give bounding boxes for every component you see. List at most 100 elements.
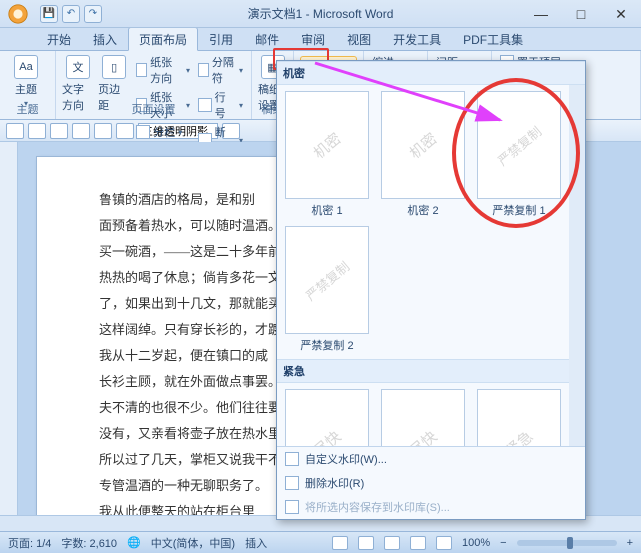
doc-line: 买一碗酒，——这是二十多年前	[73, 239, 279, 265]
doc-line: 鲁镇的酒店的格局，是和别	[73, 187, 279, 213]
custom-watermark-label: 自定义水印(W)...	[305, 451, 387, 467]
zoom-percent[interactable]: 100%	[462, 537, 490, 549]
window-title: 演示文档1 - Microsoft Word	[248, 5, 394, 22]
save-gallery-label: 将所选内容保存到水印库(S)...	[305, 499, 450, 515]
status-lang-icon: 🌐	[127, 536, 141, 549]
group-page-setup: 文 文字方向 ▯ 页边距 纸张方向▾ 纸张大小▾ 分栏▾ 分隔符▾ 行号▾ 断字…	[56, 51, 252, 119]
save-gallery-icon	[285, 500, 299, 514]
status-language[interactable]: 中文(简体，中国)	[151, 535, 235, 551]
view-web-button[interactable]	[384, 536, 400, 550]
orientation-label: 纸张方向	[150, 54, 183, 86]
remove-watermark-label: 删除水印(R)	[305, 475, 364, 491]
doc-line: 夫不清的也很不少。他们往往要	[73, 395, 279, 421]
thumb-wm: 尽快	[309, 425, 345, 446]
titlebar: 💾 ↶ ↷ 演示文档1 - Microsoft Word — □ ✕	[0, 0, 641, 28]
thumb-wm: 紧急	[501, 425, 537, 446]
gallery-footer: 自定义水印(W)... 删除水印(R) 将所选内容保存到水印库(S)...	[277, 446, 585, 519]
doc-line: 这样阔绰。只有穿长衫的，才踱	[73, 317, 279, 343]
thumb-caption: 机密 1	[311, 202, 342, 218]
tb2-btn-2[interactable]	[28, 123, 46, 139]
watermark-gallery: 机密 机密 机密 1 机密 机密 2 严禁复制 严禁复制 1 严禁复制 严禁复制…	[276, 60, 586, 520]
group-page-setup-label: 页面设置	[56, 101, 251, 117]
doc-line: 所以过了几天，掌柜又说我干不	[73, 447, 279, 473]
gallery-section-urgent: 紧急	[277, 359, 569, 383]
status-insert-mode[interactable]: 插入	[245, 535, 267, 551]
tab-references[interactable]: 引用	[198, 27, 244, 50]
columns-button[interactable]: 分栏▾	[134, 123, 192, 141]
qat-undo-icon[interactable]: ↶	[62, 5, 80, 23]
tab-page-layout[interactable]: 页面布局	[128, 27, 198, 51]
theme-button[interactable]: Aa 主题 ▾	[6, 53, 46, 108]
doc-line: 长衫主顾，就在外面做点事罢。	[73, 369, 279, 395]
thumb-wm: 严禁复制	[493, 121, 545, 169]
doc-line: 没有，又亲看将壶子放在热水里	[73, 421, 279, 447]
doc-line: 专管温酒的一种无聊职务了。	[73, 473, 279, 499]
tab-mailings[interactable]: 邮件	[244, 27, 290, 50]
custom-watermark-icon	[285, 452, 299, 466]
orientation-button[interactable]: 纸张方向▾	[134, 53, 192, 87]
gallery-scrollbar[interactable]	[569, 85, 585, 446]
close-button[interactable]: ✕	[601, 0, 641, 28]
gallery-item-no-copy-1[interactable]: 严禁复制 严禁复制 1	[475, 91, 563, 218]
orientation-icon	[136, 63, 147, 77]
ribbon-tabs: 开始 插入 页面布局 引用 邮件 审阅 视图 开发工具 PDF工具集	[0, 28, 641, 50]
gallery-item-confidential-1[interactable]: 机密 机密 1	[283, 91, 371, 218]
maximize-button[interactable]: □	[561, 0, 601, 28]
quick-access-toolbar: 💾 ↶ ↷	[40, 5, 102, 23]
breaks-button[interactable]: 分隔符▾	[196, 53, 245, 87]
qat-redo-icon[interactable]: ↷	[84, 5, 102, 23]
theme-icon: Aa	[14, 55, 38, 79]
status-words[interactable]: 字数: 2,610	[61, 535, 117, 551]
gallery-item-no-copy-2[interactable]: 严禁复制 严禁复制 2	[283, 226, 371, 353]
text-direction-icon: 文	[66, 55, 90, 79]
office-button[interactable]	[0, 0, 36, 28]
qat-save-icon[interactable]: 💾	[40, 5, 58, 23]
status-bar: 页面: 1/4 字数: 2,610 🌐 中文(简体，中国) 插入 100% − …	[0, 531, 641, 553]
status-page[interactable]: 页面: 1/4	[8, 535, 51, 551]
theme-label: 主题	[15, 81, 37, 97]
tab-review[interactable]: 审阅	[290, 27, 336, 50]
doc-line: 面预备着热水，可以随时温酒。	[73, 213, 279, 239]
columns-label: 分栏	[153, 124, 175, 140]
thumb-wm: 机密	[405, 127, 441, 162]
columns-icon	[136, 125, 150, 139]
remove-watermark-icon	[285, 476, 299, 490]
custom-watermark-item[interactable]: 自定义水印(W)...	[277, 447, 585, 471]
margins-icon: ▯	[102, 55, 126, 79]
zoom-out-button[interactable]: −	[500, 537, 506, 549]
gallery-body[interactable]: 机密 机密 1 机密 机密 2 严禁复制 严禁复制 1 严禁复制 严禁复制 2 …	[277, 85, 569, 446]
view-fullscreen-button[interactable]	[358, 536, 374, 550]
gallery-item-urgent-1[interactable]: 紧急 紧急 1	[475, 389, 563, 446]
tab-view[interactable]: 视图	[336, 27, 382, 50]
group-theme-label: 主题	[0, 101, 55, 117]
thumb-wm: 严禁复制	[301, 256, 353, 304]
tab-pdf[interactable]: PDF工具集	[452, 27, 534, 50]
minimize-button[interactable]: —	[521, 0, 561, 28]
remove-watermark-item[interactable]: 删除水印(R)	[277, 471, 585, 495]
thumb-wm: 机密	[309, 127, 345, 162]
tab-developer[interactable]: 开发工具	[382, 27, 452, 50]
document-page[interactable]: 鲁镇的酒店的格局，是和别 面预备着热水，可以随时温酒。 买一碗酒，——这是二十多…	[36, 156, 296, 531]
view-outline-button[interactable]	[410, 536, 426, 550]
breaks-icon	[198, 63, 209, 77]
tab-insert[interactable]: 插入	[82, 27, 128, 50]
gallery-section-confidential: 机密	[277, 61, 585, 85]
doc-line: 我从十二岁起，便在镇口的咸	[73, 343, 279, 369]
view-draft-button[interactable]	[436, 536, 452, 550]
ruler-vertical	[0, 142, 18, 531]
gallery-item-asap-1[interactable]: 尽快 尽快 1	[283, 389, 371, 446]
thumb-caption: 严禁复制 2	[300, 337, 353, 353]
tb2-btn-1[interactable]	[6, 123, 24, 139]
group-theme: Aa 主题 ▾ 主题	[0, 51, 56, 119]
gallery-item-asap-2[interactable]: 尽快 尽快 2	[379, 389, 467, 446]
gallery-item-confidential-2[interactable]: 机密 机密 2	[379, 91, 467, 218]
zoom-in-button[interactable]: +	[627, 537, 633, 549]
doc-line: 了，如果出到十几文，那就能买	[73, 291, 279, 317]
save-to-gallery-item: 将所选内容保存到水印库(S)...	[277, 495, 585, 519]
tab-home[interactable]: 开始	[36, 27, 82, 50]
doc-line: 热热的喝了休息；倘肯多花一文	[73, 265, 279, 291]
zoom-slider[interactable]	[517, 540, 617, 546]
thumb-caption: 机密 2	[407, 202, 438, 218]
view-print-layout-button[interactable]	[332, 536, 348, 550]
thumb-caption: 严禁复制 1	[492, 202, 545, 218]
